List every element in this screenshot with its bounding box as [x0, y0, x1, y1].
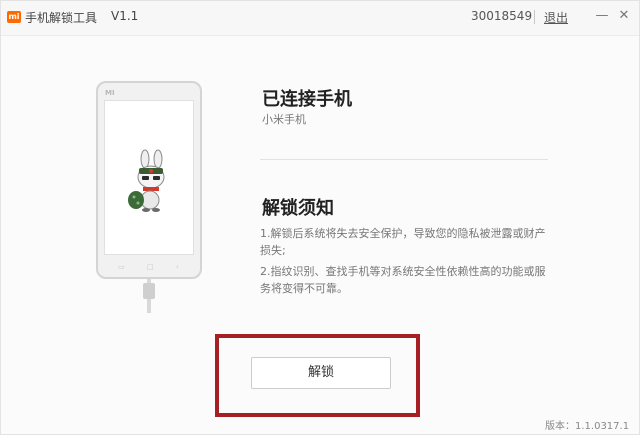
- phone-menu-key-icon: ▭: [118, 263, 125, 271]
- unlock-tool-window: mi 手机解锁工具 V1.1 30018549 退出 — ✕ MI ▭ □ ‹ …: [0, 0, 640, 435]
- usb-plug-icon: [143, 283, 155, 299]
- titlebar-separator: [534, 10, 535, 24]
- logout-link[interactable]: 退出: [544, 9, 568, 26]
- mi-logo-icon: mi: [7, 11, 21, 23]
- title-bar: mi 手机解锁工具 V1.1 30018549 退出 — ✕: [1, 1, 639, 36]
- phone-home-key-icon: □: [147, 263, 154, 271]
- section-divider: [260, 159, 548, 160]
- phone-model-name: 小米手机: [262, 113, 306, 126]
- version-label: 版本：1.1.0317.1: [545, 421, 630, 432]
- app-version: V1.1: [111, 9, 139, 23]
- phone-back-key-icon: ‹: [176, 263, 179, 271]
- app-title: 手机解锁工具: [25, 11, 98, 25]
- notice-item-2: 2.指纹识别、查找手机等对系统安全性依赖性高的功能或服务将变得不可靠。: [260, 265, 546, 295]
- phone-brand-label: MI: [105, 89, 115, 97]
- notice-item-1: 1.解锁后系统将失去安全保护，导致您的隐私被泄露或财产损失;: [260, 227, 546, 257]
- phone-screen: [104, 100, 194, 255]
- phone-illustration: MI ▭ □ ‹: [96, 81, 202, 279]
- unlock-button[interactable]: 解锁: [251, 357, 391, 389]
- notice-title: 解锁须知: [262, 198, 334, 219]
- mitu-bunny-mascot-icon: [128, 149, 165, 212]
- connection-status-title: 已连接手机: [262, 89, 352, 110]
- minimize-button[interactable]: —: [593, 7, 611, 25]
- close-button[interactable]: ✕: [615, 7, 633, 25]
- account-id: 30018549: [471, 9, 533, 23]
